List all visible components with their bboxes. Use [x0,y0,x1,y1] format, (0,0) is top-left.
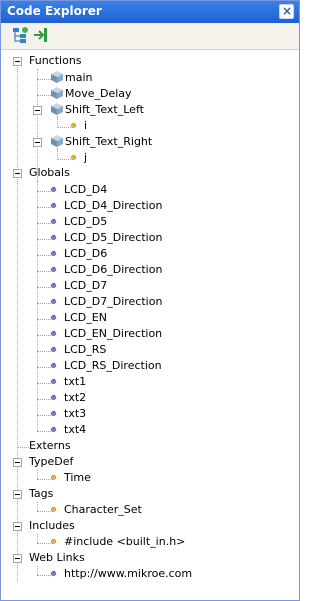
local-variable-icon [71,123,76,128]
local-variable-i[interactable]: i [84,118,87,134]
global-variable-icon [51,235,56,240]
typedef-time[interactable]: Time [64,470,91,486]
global-item[interactable]: txt4 [64,422,86,438]
function-icon [51,71,63,83]
weblinks-expander[interactable] [13,554,22,563]
global-item[interactable]: txt1 [64,374,86,390]
code-explorer-window: Code Explorer × Functions main Move_Dela… [0,0,300,601]
shift-text-left-expander[interactable] [33,106,42,115]
category-web-links[interactable]: Web Links [29,550,85,566]
tree-options-icon [13,27,28,43]
global-variable-icon [51,427,56,432]
function-main[interactable]: main [65,70,92,86]
web-link-icon [51,571,56,576]
global-item[interactable]: LCD_D5_Direction [64,230,162,246]
tag-character-set[interactable]: Character_Set [64,502,142,518]
tag-icon [51,507,56,512]
function-icon [51,103,63,115]
code-tree: Functions main Move_Delay Shift_Text_Lef… [2,50,298,600]
global-item[interactable]: LCD_RS_Direction [64,358,162,374]
global-item[interactable]: LCD_D4 [64,182,107,198]
global-item[interactable]: LCD_RS [64,342,106,358]
close-button[interactable]: × [279,4,294,19]
global-item[interactable]: LCD_D6 [64,246,107,262]
functions-expander[interactable] [13,57,22,66]
global-item[interactable]: LCD_D5 [64,214,107,230]
includes-expander[interactable] [13,522,22,531]
function-icon [51,87,63,99]
category-typedef[interactable]: TypeDef [29,454,73,470]
global-variable-icon [51,219,56,224]
global-item[interactable]: txt3 [64,406,86,422]
toolbar [1,23,299,50]
global-variable-icon [51,395,56,400]
typedef-icon [51,475,56,480]
export-button[interactable] [32,26,50,44]
web-link-mikroe[interactable]: http://www.mikroe.com [64,566,192,582]
function-icon [51,135,63,147]
tree-root-line [17,62,18,582]
global-item[interactable]: txt2 [64,390,86,406]
function-shift-text-left[interactable]: Shift_Text_Left [65,102,144,118]
category-functions[interactable]: Functions [29,53,82,69]
global-item[interactable]: LCD_D7 [64,278,107,294]
global-variable-icon [51,347,56,352]
global-variable-icon [51,363,56,368]
shift-text-right-expander[interactable] [33,138,42,147]
global-variable-icon [51,187,56,192]
include-built-in[interactable]: #include <built_in.h> [64,534,185,550]
category-tags[interactable]: Tags [29,486,53,502]
category-externs[interactable]: Externs [29,438,71,454]
global-item[interactable]: LCD_EN_Direction [64,326,162,342]
window-title: Code Explorer [7,4,102,18]
global-variable-icon [51,331,56,336]
global-variable-icon [51,203,56,208]
local-variable-icon [71,155,76,160]
global-item[interactable]: LCD_D7_Direction [64,294,162,310]
global-item[interactable]: LCD_D4_Direction [64,198,162,214]
global-variable-icon [51,251,56,256]
global-variable-icon [51,267,56,272]
title-bar: Code Explorer × [1,1,299,23]
tags-expander[interactable] [13,490,22,499]
global-variable-icon [51,411,56,416]
category-globals[interactable]: Globals [29,165,70,181]
function-shift-text-right[interactable]: Shift_Text_Right [65,134,152,150]
global-variable-icon [51,379,56,384]
tree-options-button[interactable] [11,26,29,44]
local-variable-j[interactable]: j [84,150,87,166]
global-item[interactable]: LCD_EN [64,310,107,326]
global-variable-icon [51,315,56,320]
globals-expander[interactable] [13,169,22,178]
close-icon: × [282,4,293,18]
function-move-delay[interactable]: Move_Delay [65,86,132,102]
include-icon [51,539,56,544]
global-variable-icon [51,283,56,288]
category-includes[interactable]: Includes [29,518,75,534]
typedef-expander[interactable] [13,458,22,467]
global-item[interactable]: LCD_D6_Direction [64,262,162,278]
export-icon [34,28,47,42]
global-variable-icon [51,299,56,304]
globals-line [37,181,38,431]
